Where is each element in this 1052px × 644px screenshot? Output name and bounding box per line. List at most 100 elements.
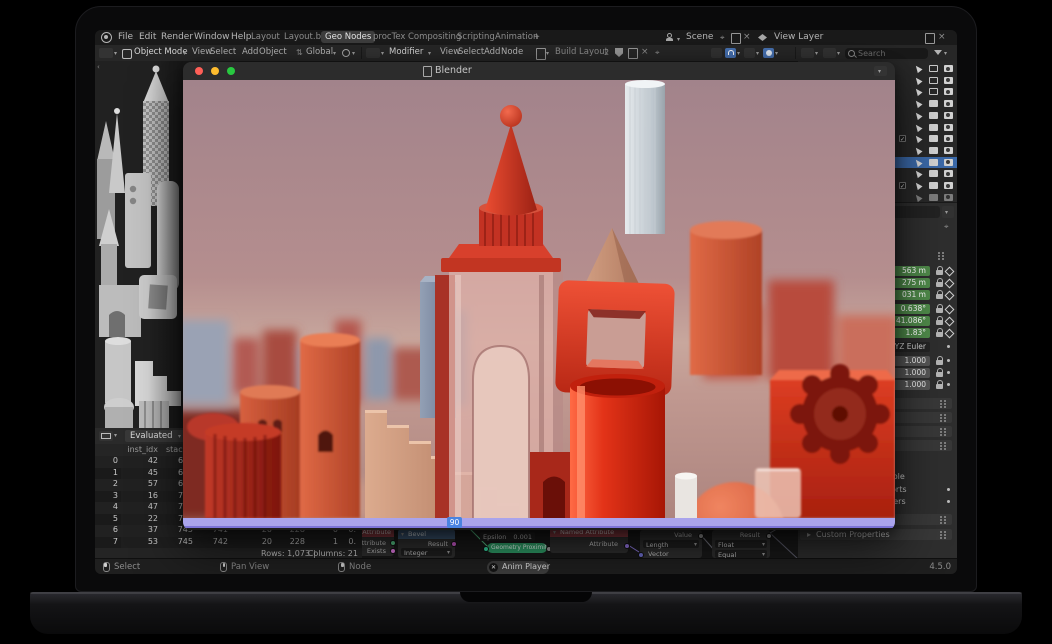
camera-icon[interactable] (944, 194, 953, 201)
zoom-traffic-light[interactable] (227, 67, 235, 75)
socket-result-icon[interactable] (451, 541, 457, 547)
node-compare[interactable]: Result Float ▾ Equal ▾ (712, 530, 770, 558)
mode-dropdown[interactable]: Object Mode (134, 47, 188, 58)
node-named-attribute-1[interactable]: Named Attribute Attribute Exists (362, 527, 394, 556)
socket-attribute-icon[interactable] (390, 540, 396, 546)
scene-icon[interactable] (665, 33, 674, 42)
orientation-dropdown[interactable]: Global (306, 47, 333, 58)
current-frame-badge[interactable]: 90 (447, 517, 462, 528)
filter-funnel-icon[interactable] (934, 50, 942, 55)
screen-icon[interactable] (929, 159, 938, 166)
snap-magnet-icon[interactable] (725, 48, 736, 58)
viewport-menu-object[interactable]: Object (259, 47, 287, 58)
anim-player-badge[interactable]: ✕ Anim Player (487, 561, 549, 574)
camera-icon[interactable] (944, 182, 953, 189)
screen-icon[interactable] (929, 112, 938, 119)
camera-icon[interactable] (944, 135, 953, 142)
checkbox-icon[interactable]: ✓ (899, 135, 906, 142)
nodes-menu-node[interactable]: Node (501, 47, 523, 58)
camera-icon[interactable] (944, 112, 953, 119)
proportional-edit-icon[interactable] (744, 48, 755, 58)
editor-type-viewport-icon[interactable] (99, 48, 113, 58)
window-header-collapse-button[interactable]: ▾ (874, 66, 887, 76)
lock-icon[interactable] (936, 294, 943, 299)
viewport-menu-select[interactable]: Select (210, 47, 236, 58)
menu-window[interactable]: Window (194, 32, 230, 43)
editor-type-spreadsheet-icon[interactable] (99, 431, 113, 441)
lock-icon[interactable] (936, 372, 943, 377)
pivot-point-icon[interactable] (342, 49, 350, 57)
camera-icon[interactable] (944, 88, 953, 95)
screen-icon[interactable] (929, 182, 938, 189)
camera-icon[interactable] (944, 147, 953, 154)
render-window-titlebar[interactable]: Blender ▾ (183, 62, 895, 81)
frame-scrubber[interactable]: 90 (183, 518, 895, 528)
view-layer-name[interactable]: View Layer (774, 32, 823, 43)
dataset-dropdown[interactable]: Evaluated ▾ (125, 430, 187, 442)
editor-type-nodes-icon[interactable] (366, 48, 380, 58)
fake-user-shield-icon[interactable] (615, 48, 623, 57)
screen-icon[interactable] (929, 88, 938, 95)
lock-icon[interactable] (936, 270, 943, 275)
animate-dot-icon[interactable] (947, 345, 950, 348)
node-datablock-dropdown[interactable]: Modifier (389, 47, 423, 58)
screen-icon[interactable] (929, 194, 938, 201)
minimize-traffic-light[interactable] (211, 67, 219, 75)
node-tree-pin-icon[interactable]: ⌖ (655, 47, 660, 58)
screen-icon[interactable] (929, 147, 938, 154)
render-window[interactable]: Blender ▾ (183, 62, 895, 530)
animate-dot-icon[interactable] (947, 359, 950, 362)
outliner-display-mode-icon[interactable] (801, 48, 814, 58)
view-layer-copy-icon[interactable] (925, 33, 935, 44)
viewport-sidebar-toggle-icon[interactable]: ‹ (97, 63, 100, 71)
node-geometry-proximity[interactable]: Geometry Proximity (487, 543, 547, 553)
parent-snap-icon[interactable] (711, 48, 722, 58)
custom-properties-header[interactable]: ▸ Custom Properties (800, 529, 952, 540)
camera-icon[interactable] (944, 100, 953, 107)
scene-pin-icon[interactable]: ⌖ (720, 32, 725, 43)
screen-icon[interactable] (929, 65, 938, 72)
menu-render[interactable]: Render (161, 32, 193, 43)
socket-exists-icon[interactable] (390, 548, 396, 554)
stop-icon[interactable]: ✕ (489, 563, 498, 572)
nodes-menu-add[interactable]: Add (484, 47, 500, 58)
table-row[interactable]: 7 53 745 742 20 228 1 0. (95, 537, 362, 549)
node-tree-copy-icon[interactable] (628, 48, 638, 59)
checkbox-icon[interactable]: ✓ (899, 182, 906, 189)
node-tree-name[interactable]: Build Layout (555, 47, 608, 58)
screen-icon[interactable] (929, 100, 938, 107)
menu-file[interactable]: File (118, 32, 133, 43)
screen-icon[interactable] (929, 124, 938, 131)
node-tree-icon[interactable] (536, 48, 546, 60)
camera-icon[interactable] (944, 159, 953, 166)
compare-operation-dropdown[interactable]: Equal ▾ (715, 550, 767, 558)
vector-math-operation-dropdown[interactable]: Length ▾ (643, 540, 699, 548)
node-vector-math[interactable]: Value Length ▾ Vector (640, 530, 702, 558)
view-layer-unlink-icon[interactable]: × (938, 32, 946, 43)
properties-options-button[interactable]: ▾ (942, 206, 954, 218)
animate-dot-icon[interactable] (947, 500, 950, 503)
lock-icon[interactable] (936, 320, 943, 325)
view-layer-icon[interactable] (758, 34, 767, 41)
close-traffic-light[interactable] (195, 67, 203, 75)
socket-geometry-icon[interactable] (483, 546, 489, 552)
node-tree-users-badge[interactable]: 2 (604, 47, 609, 58)
menu-edit[interactable]: Edit (139, 32, 156, 43)
transform-panel-grip-icon[interactable] (938, 252, 940, 254)
outliner-search-input[interactable] (858, 48, 922, 59)
camera-icon[interactable] (944, 124, 953, 131)
scene-copy-icon[interactable] (731, 33, 741, 44)
properties-pin-icon[interactable]: ⌖ (944, 222, 949, 232)
bevel-type-dropdown[interactable]: Integer ▾ (401, 548, 452, 556)
viewport-menu-add[interactable]: Add (242, 47, 258, 58)
animate-dot-icon[interactable] (947, 383, 950, 386)
tab-add-workspace[interactable]: + (529, 31, 544, 43)
tab-geo-nodes[interactable]: Geo Nodes (321, 31, 375, 43)
blender-logo-icon[interactable] (101, 32, 112, 43)
nodes-menu-select[interactable]: Select (458, 47, 484, 58)
lock-icon[interactable] (936, 360, 943, 365)
lock-icon[interactable] (936, 282, 943, 287)
node-named-attribute-2[interactable]: ▾ Named Attribute Attribute (550, 527, 628, 553)
socket-value-icon[interactable] (698, 533, 704, 539)
scene-unlink-icon[interactable]: × (743, 32, 751, 43)
